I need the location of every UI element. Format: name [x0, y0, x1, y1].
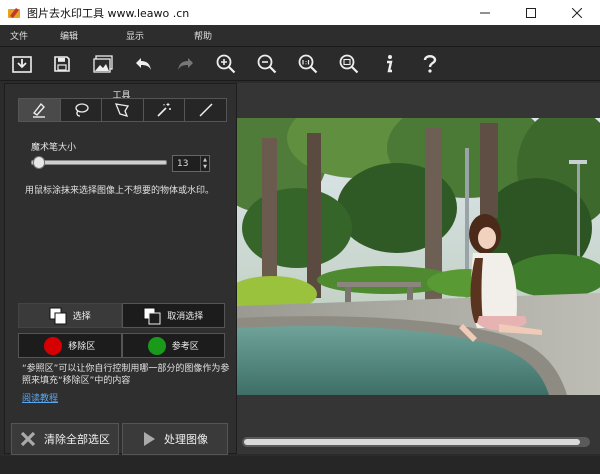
- process-image-button[interactable]: 处理图像: [122, 423, 228, 455]
- area-mode-buttons: 移除区 参考区: [18, 333, 225, 358]
- photo-preview[interactable]: [237, 118, 600, 395]
- clear-x-icon: [20, 431, 36, 447]
- brush-size-label: 魔术笔大小: [31, 143, 77, 153]
- status-bar: [0, 456, 600, 474]
- select-icon: [49, 307, 67, 324]
- tools-panel: 工具 魔术笔大小 13 ▲ ▼ 用鼠标涂抹来选择图像上不想要的物体或水印。 选择…: [4, 83, 237, 455]
- deselect-icon: [143, 307, 161, 324]
- zoom-out-button[interactable]: [256, 53, 278, 75]
- line-tool[interactable]: [185, 99, 226, 121]
- maximize-icon: [526, 7, 536, 18]
- selection-buttons: 选择 取消选择: [18, 303, 225, 328]
- fit-window-button[interactable]: [338, 53, 360, 75]
- brush-size-spinbox[interactable]: 13 ▲ ▼: [172, 155, 210, 172]
- clear-all-label: 清除全部选区: [44, 433, 110, 446]
- info-icon: [387, 55, 393, 73]
- actual-size-icon: [298, 54, 318, 74]
- open-button[interactable]: [11, 53, 33, 75]
- usage-hint: 用鼠标涂抹来选择图像上不想要的物体或水印。: [25, 186, 215, 196]
- lasso-icon: [75, 103, 89, 117]
- remove-area-label: 移除区: [68, 342, 96, 352]
- close-icon: [572, 7, 582, 18]
- deselect-label: 取消选择: [167, 312, 204, 322]
- reference-area-note: “参照区”可以让你自行控制用哪一部分的图像作为参照来填充“移除区”中的内容: [22, 364, 230, 386]
- redo-icon: [178, 58, 193, 70]
- polygon-icon: [115, 103, 130, 117]
- process-label: 处理图像: [164, 433, 208, 446]
- toolbar: [0, 47, 600, 81]
- polygon-tool[interactable]: [102, 99, 144, 121]
- tutorial-link[interactable]: 阅读教程: [22, 391, 58, 404]
- remove-area-color-icon: [44, 336, 63, 355]
- horizontal-scrollbar[interactable]: [242, 437, 590, 447]
- open-icon: [12, 56, 32, 73]
- redo-button[interactable]: [174, 53, 196, 75]
- pen-icon: [33, 102, 46, 118]
- fit-icon: [339, 54, 359, 74]
- play-icon: [144, 432, 155, 446]
- menu-edit[interactable]: 编辑: [54, 29, 84, 42]
- help-button[interactable]: [419, 53, 441, 75]
- scrollbar-thumb[interactable]: [244, 439, 580, 445]
- clear-all-selection-button[interactable]: 清除全部选区: [11, 423, 119, 455]
- save-button[interactable]: [51, 53, 73, 75]
- zoom-in-icon: [216, 54, 236, 74]
- slider-thumb[interactable]: [33, 156, 46, 169]
- undo-icon: [136, 58, 151, 70]
- line-icon: [199, 103, 213, 117]
- select-button[interactable]: 选择: [18, 303, 122, 328]
- image-button[interactable]: [92, 53, 114, 75]
- pen-tool[interactable]: [19, 99, 61, 121]
- magic-wand-tool[interactable]: [143, 99, 186, 121]
- menu-view[interactable]: 显示: [120, 29, 150, 42]
- menu-bar: 文件 编辑 显示 帮助: [0, 25, 600, 47]
- menu-file[interactable]: 文件: [4, 29, 34, 42]
- app-icon: [8, 7, 20, 18]
- reference-area-button[interactable]: 参考区: [121, 333, 225, 358]
- zoom-out-icon: [257, 54, 277, 74]
- magic-wand-icon: [157, 103, 172, 117]
- select-label: 选择: [72, 312, 91, 322]
- minimize-icon: [480, 12, 490, 13]
- maximize-button[interactable]: [508, 0, 554, 25]
- spin-up-icon[interactable]: ▲: [203, 157, 207, 163]
- info-button[interactable]: [378, 53, 400, 75]
- window-title: 图片去水印工具 www.leawo .cn: [27, 6, 190, 20]
- reference-area-color-icon: [147, 336, 166, 355]
- tool-selector: [18, 98, 227, 122]
- reference-area-label: 参考区: [171, 342, 199, 352]
- title-bar: 图片去水印工具 www.leawo .cn: [0, 0, 600, 25]
- menu-help[interactable]: 帮助: [188, 29, 218, 42]
- lasso-tool[interactable]: [60, 99, 103, 121]
- save-icon: [54, 56, 70, 72]
- undo-button[interactable]: [133, 53, 155, 75]
- remove-area-button[interactable]: 移除区: [18, 333, 122, 358]
- deselect-button[interactable]: 取消选择: [121, 303, 225, 328]
- image-canvas[interactable]: [237, 83, 600, 454]
- minimize-button[interactable]: [462, 0, 508, 25]
- help-icon: [423, 55, 437, 73]
- zoom-in-button[interactable]: [215, 53, 237, 75]
- brush-size-value[interactable]: 13: [173, 159, 200, 169]
- spin-down-icon[interactable]: ▼: [203, 164, 207, 170]
- actual-size-button[interactable]: [297, 53, 319, 75]
- brush-size-slider[interactable]: [31, 160, 167, 165]
- close-button[interactable]: [554, 0, 600, 25]
- image-icon: [93, 55, 113, 73]
